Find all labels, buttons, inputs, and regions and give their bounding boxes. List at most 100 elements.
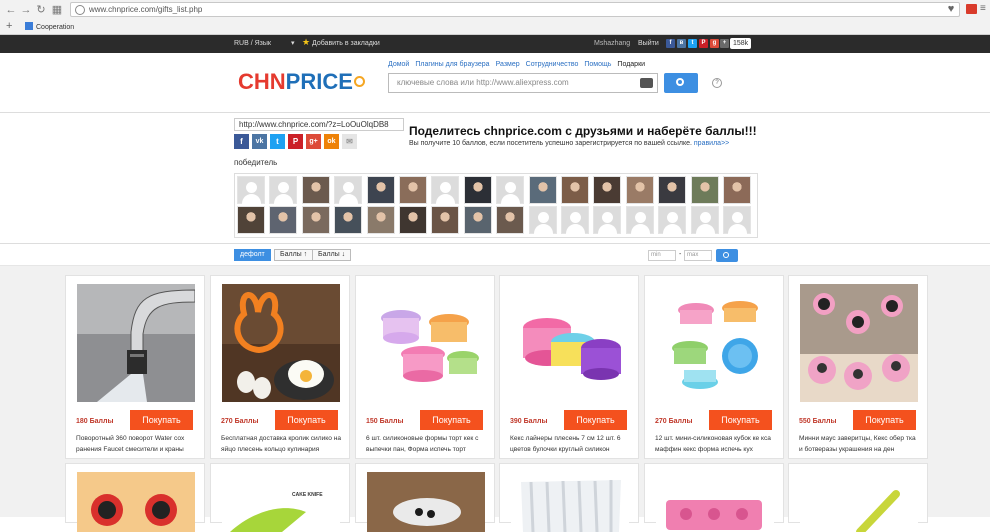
- share-odnoklassniki-button[interactable]: ok: [324, 134, 339, 149]
- rules-link[interactable]: правила>>: [694, 140, 729, 147]
- avatar-placeholder[interactable]: [658, 206, 687, 234]
- nav-size[interactable]: Размер: [496, 61, 520, 68]
- plus-icon[interactable]: +: [6, 20, 12, 32]
- bookmark-cooperation[interactable]: Cooperation: [25, 22, 74, 33]
- vk-icon[interactable]: в: [677, 39, 686, 48]
- avatar-placeholder[interactable]: [593, 206, 622, 234]
- camera-icon[interactable]: [640, 78, 653, 88]
- forward-icon[interactable]: →: [19, 3, 33, 17]
- avatar-placeholder[interactable]: [269, 176, 298, 204]
- menu-icon[interactable]: ≡: [980, 3, 986, 15]
- avatar[interactable]: [463, 176, 492, 204]
- product-image-mickey-toppers[interactable]: [77, 472, 195, 532]
- search-button[interactable]: [664, 73, 698, 93]
- avatar-placeholder[interactable]: [334, 176, 363, 204]
- share-facebook-button[interactable]: f: [234, 134, 249, 149]
- avatar-placeholder[interactable]: [528, 206, 557, 234]
- product-image-rabbit-egg-mold[interactable]: [222, 284, 340, 402]
- product-image-cake-knife[interactable]: CAKE KNIFE: [222, 472, 340, 532]
- avatar[interactable]: [237, 206, 265, 234]
- avatar-placeholder[interactable]: [237, 176, 265, 204]
- apps-icon[interactable]: ▦: [50, 3, 64, 17]
- address-bar[interactable]: www.chnprice.com/gifts_list.php: [70, 2, 960, 17]
- product-title[interactable]: 6 шт. силиконовые формы торт кек с выпеч…: [366, 433, 488, 455]
- nav-home[interactable]: Домой: [388, 61, 409, 68]
- product-image-cookie-bowl[interactable]: [367, 472, 485, 532]
- buy-button[interactable]: Покупать: [420, 410, 483, 430]
- share-email-button[interactable]: ✉: [342, 134, 357, 149]
- sort-points-asc-button[interactable]: Баллы ↑: [274, 249, 314, 261]
- logout-link[interactable]: Выйти: [638, 39, 659, 49]
- avatar[interactable]: [366, 206, 395, 234]
- avatar[interactable]: [399, 206, 427, 234]
- currency-select[interactable]: RUB / Язык: [234, 39, 271, 49]
- min-points-input[interactable]: min: [648, 250, 676, 261]
- avatar[interactable]: [463, 206, 492, 234]
- chevron-down-icon[interactable]: ▾: [291, 39, 295, 49]
- avatar[interactable]: [593, 176, 622, 204]
- avatar-placeholder[interactable]: [723, 206, 751, 234]
- share-pinterest-button[interactable]: P: [288, 134, 303, 149]
- max-points-input[interactable]: max: [684, 250, 712, 261]
- avatar-placeholder[interactable]: [431, 176, 460, 204]
- product-image-silicone-cups[interactable]: [367, 284, 485, 402]
- avatar[interactable]: [431, 206, 460, 234]
- nav-cooperation[interactable]: Сотрудничество: [526, 61, 579, 68]
- avatar[interactable]: [399, 176, 427, 204]
- sort-points-desc-button[interactable]: Баллы ↓: [312, 249, 352, 261]
- referral-link-field[interactable]: http://www.chnprice.com/?z=LoOuOlqDB8: [234, 118, 404, 131]
- product-image-mini-muffin-cups[interactable]: [656, 284, 774, 402]
- avatar[interactable]: [366, 176, 395, 204]
- buy-button[interactable]: Покупать: [275, 410, 338, 430]
- avatar[interactable]: [496, 206, 525, 234]
- product-image-straws[interactable]: [511, 472, 629, 532]
- nav-plugins[interactable]: Плагины для браузера: [415, 61, 489, 68]
- heart-icon[interactable]: ♥: [945, 3, 957, 15]
- product-image-green-tool[interactable]: [800, 472, 918, 532]
- buy-button[interactable]: Покупать: [564, 410, 627, 430]
- product-image-pink-mold[interactable]: [656, 472, 774, 532]
- buy-button[interactable]: Покупать: [709, 410, 772, 430]
- search-input[interactable]: ключевые слова или http://www.aliexpress…: [388, 73, 658, 93]
- mail-icon[interactable]: [966, 4, 977, 14]
- avatar[interactable]: [301, 176, 330, 204]
- nav-help[interactable]: Помощь: [584, 61, 611, 68]
- share-google-plus-button[interactable]: g+: [306, 134, 321, 149]
- back-icon[interactable]: ←: [4, 3, 18, 17]
- sort-default-button[interactable]: дефолт: [234, 249, 271, 261]
- buy-button[interactable]: Покупать: [130, 410, 193, 430]
- product-image-cupcake-liners[interactable]: [511, 284, 629, 402]
- site-logo[interactable]: CHNPRICE: [238, 69, 365, 95]
- avatar-placeholder[interactable]: [496, 176, 525, 204]
- twitter-icon[interactable]: t: [688, 39, 697, 48]
- avatar-placeholder[interactable]: [561, 206, 589, 234]
- filter-search-button[interactable]: [716, 249, 738, 262]
- share-icon[interactable]: +: [720, 39, 729, 48]
- reload-icon[interactable]: ↻: [34, 3, 48, 17]
- add-bookmark-link[interactable]: Добавить в закладки: [312, 39, 380, 49]
- product-image-faucet[interactable]: [77, 284, 195, 402]
- avatar[interactable]: [528, 176, 557, 204]
- product-title[interactable]: Бесплатная доставка кролик силико на яйц…: [221, 433, 343, 455]
- avatar[interactable]: [561, 176, 589, 204]
- product-title[interactable]: Минни маус заверитцы, Кекс обер тка и бо…: [799, 433, 921, 455]
- avatar[interactable]: [334, 206, 363, 234]
- avatar[interactable]: [269, 206, 298, 234]
- product-title[interactable]: Поворотный 360 поворот Water сох ранения…: [76, 433, 198, 455]
- pinterest-icon[interactable]: P: [699, 39, 708, 48]
- help-icon[interactable]: ?: [712, 78, 722, 88]
- avatar-placeholder[interactable]: [625, 206, 654, 234]
- username[interactable]: Mshazhang: [594, 39, 630, 49]
- avatar-placeholder[interactable]: [690, 206, 719, 234]
- google-plus-icon[interactable]: g: [710, 39, 719, 48]
- share-vk-button[interactable]: vk: [252, 134, 267, 149]
- facebook-icon[interactable]: f: [666, 39, 675, 48]
- avatar[interactable]: [301, 206, 330, 234]
- avatar[interactable]: [723, 176, 751, 204]
- avatar[interactable]: [690, 176, 719, 204]
- product-title[interactable]: 12 шт. мини-силиконовая кубок ке кса маф…: [655, 433, 777, 455]
- avatar[interactable]: [658, 176, 687, 204]
- nav-gifts[interactable]: Подарки: [617, 61, 645, 68]
- avatar[interactable]: [625, 176, 654, 204]
- product-title[interactable]: Кекс лайнеры плесень 7 см 12 шт. 6 цвето…: [510, 433, 632, 455]
